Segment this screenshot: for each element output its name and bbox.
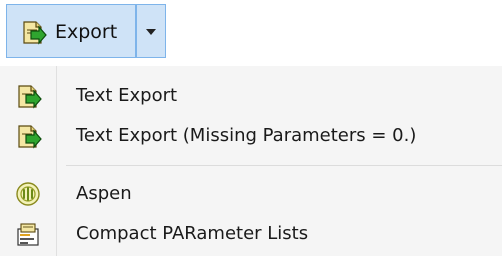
menu-separator xyxy=(66,165,502,166)
menu-item-text-export[interactable]: Text Export xyxy=(0,76,502,116)
compact-parameter-lists-icon xyxy=(17,223,39,246)
aspen-icon xyxy=(16,182,40,206)
export-button-label: Export xyxy=(55,21,118,43)
menu-item-aspen[interactable]: Aspen xyxy=(0,174,502,214)
export-icon xyxy=(23,21,47,45)
chevron-down-icon xyxy=(146,29,156,35)
export-dropdown-menu: Text Export Text Export (Missing Paramet… xyxy=(0,66,502,256)
menu-item-text-export-missing[interactable]: Text Export (Missing Parameters = 0.) xyxy=(0,116,502,156)
menu-item-label: Text Export xyxy=(76,85,178,106)
toolbar: Export xyxy=(0,0,502,66)
export-button[interactable]: Export xyxy=(6,4,136,58)
text-export-icon xyxy=(18,85,42,109)
text-export-missing-icon xyxy=(18,125,42,149)
menu-item-label: Compact PARameter Lists xyxy=(76,223,309,244)
export-split-button[interactable]: Export xyxy=(6,4,166,60)
menu-item-label: Aspen xyxy=(76,183,132,204)
export-dropdown-button[interactable] xyxy=(136,4,166,58)
menu-item-compact-parameter-lists[interactable]: Compact PARameter Lists xyxy=(0,214,502,254)
menu-item-label: Text Export (Missing Parameters = 0.) xyxy=(76,125,417,146)
